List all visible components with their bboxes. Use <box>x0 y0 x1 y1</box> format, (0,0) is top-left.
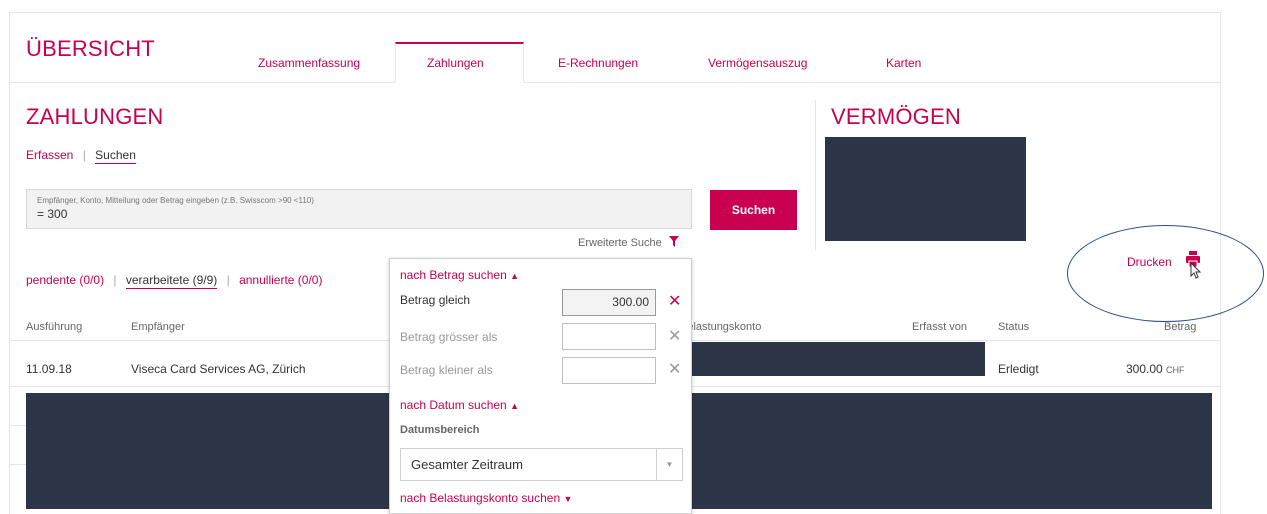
filter-icon <box>668 236 679 247</box>
row-currency: CHF <box>1166 365 1185 375</box>
filter-pending[interactable]: pendente (0/0) <box>26 273 104 287</box>
row-status: Erledigt <box>998 362 1039 376</box>
row-divider <box>10 425 26 426</box>
annotation-ellipse <box>1067 225 1264 322</box>
tab-vermoegensauszug[interactable]: Vermögensauszug <box>708 56 807 70</box>
column-header-betrag[interactable]: Betrag <box>1164 321 1196 333</box>
header-divider-left <box>10 82 395 83</box>
amount-less-label: Betrag kleiner als <box>400 363 493 377</box>
date-range-select[interactable]: Gesamter Zeitraum ▼ <box>400 448 683 481</box>
tab-zahlungen[interactable]: Zahlungen <box>427 56 484 70</box>
column-header-status[interactable]: Status <box>998 321 1029 333</box>
chevron-down-icon: ▼ <box>563 494 573 504</box>
tab-zusammenfassung[interactable]: Zusammenfassung <box>258 56 360 70</box>
column-header-empfaenger[interactable]: Empfänger <box>131 321 185 333</box>
amount-greater-label: Betrag grösser als <box>400 330 498 344</box>
tab-karten[interactable]: Karten <box>886 56 921 70</box>
column-header-ausfuehrung[interactable]: Ausführung <box>26 321 82 333</box>
amount-equal-input[interactable]: 300.00 <box>562 289 656 316</box>
column-header-erfasst-von[interactable]: Erfasst von <box>912 321 967 333</box>
redacted-vermoegen <box>825 137 1026 241</box>
chevron-up-icon: ▲ <box>510 271 520 281</box>
advanced-search-link[interactable]: Erweiterte Suche <box>578 236 679 249</box>
clear-amount-greater-icon[interactable]: ✕ <box>668 329 681 345</box>
header-divider-right <box>524 82 1220 83</box>
amount-greater-input[interactable] <box>562 323 656 350</box>
column-header-belastungskonto[interactable]: Belastungskonto <box>680 321 761 333</box>
search-input[interactable]: Empfänger, Konto, Mitteilung oder Betrag… <box>26 189 692 229</box>
row-amount-value: 300.00 <box>1126 362 1163 376</box>
filter-separator: | <box>113 273 117 287</box>
amount-section-label: nach Betrag suchen <box>400 268 507 282</box>
row-amount: 300.00 CHF <box>1126 362 1185 376</box>
section-title-zahlungen: ZAHLUNGEN <box>26 104 164 129</box>
search-value: = 300 <box>37 207 68 221</box>
chevron-up-icon: ▲ <box>510 401 519 411</box>
date-section-toggle[interactable]: nach Datum suchen ▲ <box>400 398 519 412</box>
date-range-value: Gesamter Zeitraum <box>411 457 523 472</box>
row-date: 11.09.18 <box>26 362 72 376</box>
search-placeholder: Empfänger, Konto, Mitteilung oder Betrag… <box>37 196 314 205</box>
subnav: Erfassen | Suchen <box>26 148 136 164</box>
advanced-search-panel: nach Betrag suchen ▲ Betrag gleich 300.0… <box>389 258 692 514</box>
subnav-separator: | <box>82 148 86 162</box>
account-section-label: nach Belastungskonto suchen <box>400 491 561 505</box>
amount-section-toggle[interactable]: nach Betrag suchen ▲ <box>400 268 519 282</box>
status-filters: pendente (0/0) | verarbeitete (9/9) | an… <box>26 273 322 289</box>
suchen-link[interactable]: Suchen <box>95 148 136 164</box>
tab-e-rechnungen[interactable]: E-Rechnungen <box>558 56 638 70</box>
erfassen-link[interactable]: Erfassen <box>26 148 73 162</box>
section-divider <box>815 100 816 250</box>
clear-amount-equal-icon[interactable]: ✕ <box>668 294 681 310</box>
amount-equal-label: Betrag gleich <box>400 293 471 307</box>
clear-amount-less-icon[interactable]: ✕ <box>668 362 681 378</box>
amount-less-input[interactable] <box>562 357 656 384</box>
section-title-vermoegen: VERMÖGEN <box>831 104 961 129</box>
search-button[interactable]: Suchen <box>710 190 797 230</box>
advanced-search-label: Erweiterte Suche <box>578 237 662 249</box>
filter-cancelled[interactable]: annullierte (0/0) <box>239 273 322 287</box>
account-section-toggle[interactable]: nach Belastungskonto suchen ▼ <box>400 491 572 505</box>
date-range-label: Datumsbereich <box>400 424 480 436</box>
row-recipient: Viseca Card Services AG, Zürich <box>131 362 306 376</box>
filter-processed[interactable]: verarbeitete (9/9) <box>125 273 218 289</box>
page-title: ÜBERSICHT <box>26 36 155 61</box>
redacted-account <box>680 342 985 376</box>
date-section-label: nach Datum suchen <box>400 398 507 412</box>
row-divider <box>10 464 26 465</box>
chevron-down-icon: ▼ <box>656 449 682 480</box>
filter-separator: | <box>226 273 230 287</box>
